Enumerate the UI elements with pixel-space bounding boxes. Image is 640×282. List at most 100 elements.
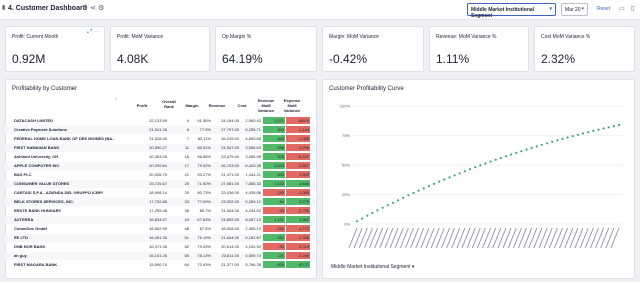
data-point[interactable]: [458, 172, 461, 175]
data-point[interactable]: [397, 199, 400, 202]
table-row[interactable]: FIRST HAWAIIAN BANK 20,890.27 11 85.51% 24,5…: [5, 144, 315, 152]
data-point[interactable]: [366, 214, 369, 217]
cell-rank: 43: [184, 217, 189, 222]
column-header-revenue-mom[interactable]: Revenue MoM Variance: [254, 98, 278, 113]
cell-revenue: 24,184.00: [221, 118, 239, 123]
data-point[interactable]: [443, 178, 446, 181]
data-point[interactable]: [355, 220, 359, 223]
table-row[interactable]: CARTASI S.P.A - AZIENDA DEL GRUPPO ICBPI…: [5, 189, 315, 197]
data-point[interactable]: [551, 140, 554, 143]
data-point[interactable]: [381, 206, 384, 209]
data-point[interactable]: [433, 182, 436, 185]
data-point[interactable]: [592, 129, 595, 132]
comment-icon[interactable]: ▭: [619, 5, 625, 13]
data-point[interactable]: [566, 136, 569, 139]
data-point[interactable]: [386, 204, 389, 207]
table-row[interactable]: EE LTD 16,491.33 51 76.19% 21,644.00 5,152.67…: [5, 234, 315, 242]
table-row[interactable]: ERSTE BANK HUNGARY 17,299.48 36 80.7% 21,544…: [5, 207, 315, 215]
data-point[interactable]: [474, 166, 477, 169]
table-row[interactable]: BELK STORES SERVICES, INC. 17,732.88 33 77.…: [5, 198, 315, 206]
data-point[interactable]: [546, 142, 549, 145]
data-point[interactable]: [499, 156, 502, 160]
data-point[interactable]: [597, 128, 600, 131]
sidebar-toggle-icon[interactable]: ▮: [2, 4, 5, 12]
column-header-cost[interactable]: Cost: [232, 103, 252, 108]
x-tick-label: [405, 227, 414, 249]
refresh-icon[interactable]: ↻: [82, 5, 88, 13]
data-point[interactable]: [417, 189, 420, 192]
column-header-revenue[interactable]: Revenue: [203, 103, 231, 108]
data-point[interactable]: [576, 133, 579, 136]
table-row[interactable]: FEDERAL HOME LOAN BANK OF DES MOINES (BA…: [5, 135, 315, 143]
expand-icon[interactable]: ⤢ ⋯: [88, 29, 100, 36]
cell-profit: 18,998.14: [149, 190, 167, 195]
cell-revenue: 21,644.00: [221, 235, 239, 240]
table-row[interactable]: CommDoc GmbH 16,562.90 48 87.5% 18,928.00 2,3…: [5, 225, 315, 233]
data-point[interactable]: [525, 148, 528, 151]
data-point[interactable]: [391, 201, 395, 204]
data-point[interactable]: [612, 125, 615, 128]
data-point[interactable]: [617, 124, 621, 127]
table-row[interactable]: B&S PLC 20,026.79 21 93.27% 21,471.00 1,444.2…: [5, 171, 315, 179]
data-point[interactable]: [581, 132, 585, 135]
data-point[interactable]: [479, 164, 482, 167]
settings-icon[interactable]: ⚙: [98, 5, 104, 13]
data-point[interactable]: [556, 139, 559, 142]
data-point[interactable]: [448, 176, 451, 179]
data-point[interactable]: [587, 131, 590, 134]
data-point[interactable]: [520, 150, 523, 153]
data-point[interactable]: [571, 135, 574, 138]
data-point[interactable]: [489, 160, 492, 163]
x-tick-label: [569, 227, 579, 249]
table-row[interactable]: FIRST MAGARA BANK 15,590.74 64 72.93% 21,377…: [5, 261, 315, 269]
data-point[interactable]: [438, 180, 441, 183]
table-row[interactable]: DATACASH LIMITED 22,133.59 4 91.55% 24,184.0…: [5, 117, 315, 125]
customer-name: Ashland University, OH: [14, 154, 59, 159]
table-row[interactable]: AXTERRA 16,834.97 43 67.63% 24,892.00 8,057.1…: [5, 216, 315, 224]
share-icon[interactable]: ⋖: [90, 5, 96, 13]
data-point[interactable]: [535, 145, 538, 148]
month-select[interactable]: Mar 20 ▾: [561, 3, 588, 16]
data-point[interactable]: [540, 143, 543, 146]
data-point[interactable]: [530, 146, 533, 149]
cell-profit: 16,834.97: [149, 217, 167, 222]
data-point[interactable]: [515, 151, 518, 154]
data-point[interactable]: [371, 211, 374, 215]
data-point[interactable]: [602, 127, 605, 130]
x-tick-label: [363, 227, 373, 249]
sort-down-icon[interactable]: ↓: [115, 96, 117, 101]
segment-select[interactable]: Middle Market Institutional Segment ▾: [467, 3, 556, 19]
data-point[interactable]: [484, 162, 487, 165]
data-point[interactable]: [494, 158, 497, 161]
data-point[interactable]: [361, 217, 364, 220]
chart-segment-filter[interactable]: Middle Market Institutional Segment ▾: [331, 264, 414, 270]
data-point[interactable]: [468, 168, 472, 171]
column-header-rank[interactable]: Overall Rank: [158, 99, 180, 109]
data-point[interactable]: [453, 174, 456, 177]
table-row[interactable]: CONSUMER VALUE STORES 19,725.67 25 71.52% 27…: [5, 180, 315, 188]
data-point[interactable]: [561, 137, 564, 140]
data-point[interactable]: [422, 187, 425, 190]
data-point[interactable]: [376, 209, 379, 212]
cell-expense-variance: -1,773: [286, 225, 310, 232]
data-point[interactable]: [510, 153, 513, 156]
table-row[interactable]: Creative Payment Solutions 21,541.26 6 77.5…: [5, 126, 315, 134]
column-header-profit[interactable]: Profit: [129, 103, 155, 108]
reset-button[interactable]: Reset: [597, 6, 610, 12]
column-header-expense-mom[interactable]: Expense MoM Variance: [279, 98, 305, 113]
data-point[interactable]: [427, 185, 430, 188]
data-point[interactable]: [412, 191, 415, 195]
data-point[interactable]: [407, 194, 410, 197]
cell-revenue: 26,703.00: [221, 163, 239, 168]
data-point[interactable]: [463, 170, 466, 173]
table-row[interactable]: DNB NOR BANK 16,371.08 52 79.43% 20,614.00 4,…: [5, 243, 315, 251]
data-point[interactable]: [504, 155, 508, 158]
table-row[interactable]: Ashland University, OH 20,363.05 16 86.86% 2…: [5, 153, 315, 161]
data-point[interactable]: [402, 196, 405, 199]
column-header-margin[interactable]: Margin: [181, 103, 203, 108]
cell-margin: 71.52%: [197, 181, 211, 186]
bookmark-icon[interactable]: ▯: [631, 5, 634, 13]
data-point[interactable]: [607, 126, 610, 129]
table-row[interactable]: ah guy 16,101.26 55 78.13% 20,611.00 4,509.74…: [5, 252, 315, 260]
table-row[interactable]: APPLE COMPUTER INC 20,299.64 17 79.02% 26,70…: [5, 162, 315, 170]
